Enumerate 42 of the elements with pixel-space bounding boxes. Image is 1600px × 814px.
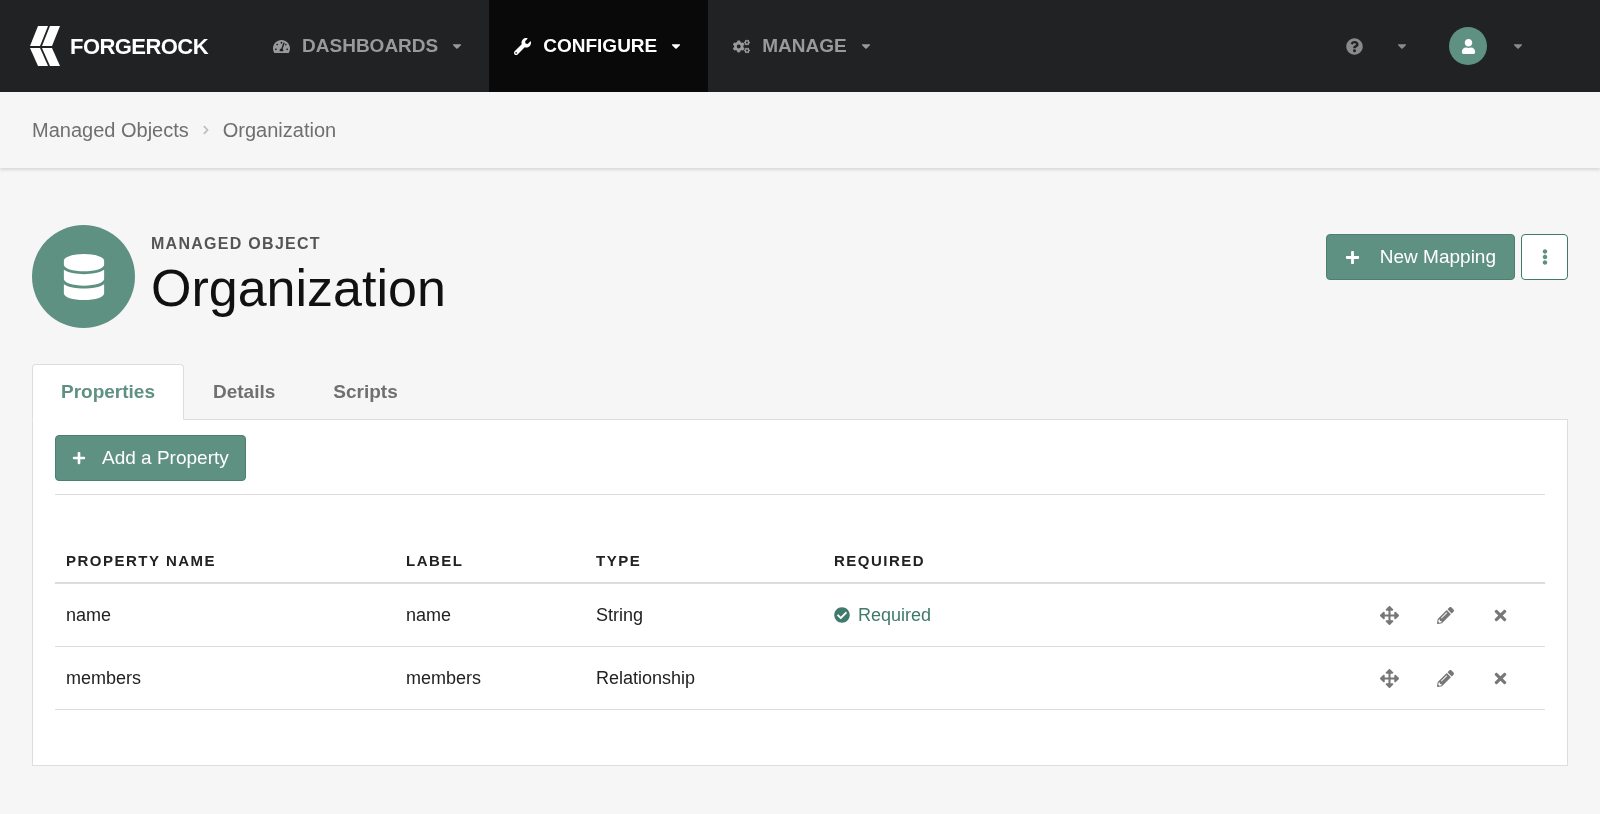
wrench-icon <box>514 37 532 55</box>
gauge-icon <box>273 37 291 55</box>
new-mapping-button[interactable]: New Mapping <box>1325 234 1515 280</box>
tab[interactable]: Details <box>184 364 305 420</box>
table-cell: members <box>66 667 141 688</box>
breadcrumb-link[interactable]: Organization <box>222 115 337 145</box>
more-options-button[interactable] <box>1521 234 1568 280</box>
gears-icon <box>733 37 751 55</box>
plus-icon <box>72 451 86 465</box>
logo-icon <box>30 24 62 68</box>
plus-icon <box>1344 249 1360 265</box>
edit-button[interactable] <box>1437 606 1454 624</box>
column-header: LABEL <box>406 552 464 569</box>
table-cell: name <box>66 604 112 625</box>
avatar-icon <box>1449 27 1487 65</box>
edit-button[interactable] <box>1437 669 1454 687</box>
move-handle[interactable] <box>1380 668 1399 688</box>
table-cell: name <box>406 604 452 625</box>
help-icon <box>1346 37 1363 55</box>
table-cell: Relationship <box>596 667 696 688</box>
column-header: TYPE <box>596 552 642 569</box>
column-header: PROPERTY NAME <box>66 552 217 569</box>
column-header: REQUIRED <box>834 552 926 569</box>
page-title: Organization <box>151 258 446 319</box>
move-handle[interactable] <box>1380 605 1399 625</box>
move-icon <box>1380 605 1399 625</box>
table-cell: String <box>596 604 644 625</box>
nav-menu[interactable]: DASHBOARDS <box>248 0 490 92</box>
pencil-icon <box>1437 669 1454 687</box>
breadcrumb-link[interactable]: Managed Objects <box>32 115 189 145</box>
table-cell: members <box>406 667 481 688</box>
required-status: Required <box>858 603 932 627</box>
pencil-icon <box>1437 606 1454 624</box>
logo-wordmark: FORGEROCK <box>70 32 209 61</box>
chevron-icon <box>200 125 211 135</box>
move-icon <box>1380 668 1399 688</box>
tab[interactable]: Properties <box>32 364 184 420</box>
page-eyebrow: MANAGED OBJECT <box>151 234 322 254</box>
add-property-button[interactable]: Add a Property <box>55 435 246 481</box>
nav-menu[interactable]: MANAGE <box>708 0 898 92</box>
tab[interactable]: Scripts <box>304 364 427 420</box>
nav-menu[interactable]: CONFIGURE <box>489 0 709 92</box>
